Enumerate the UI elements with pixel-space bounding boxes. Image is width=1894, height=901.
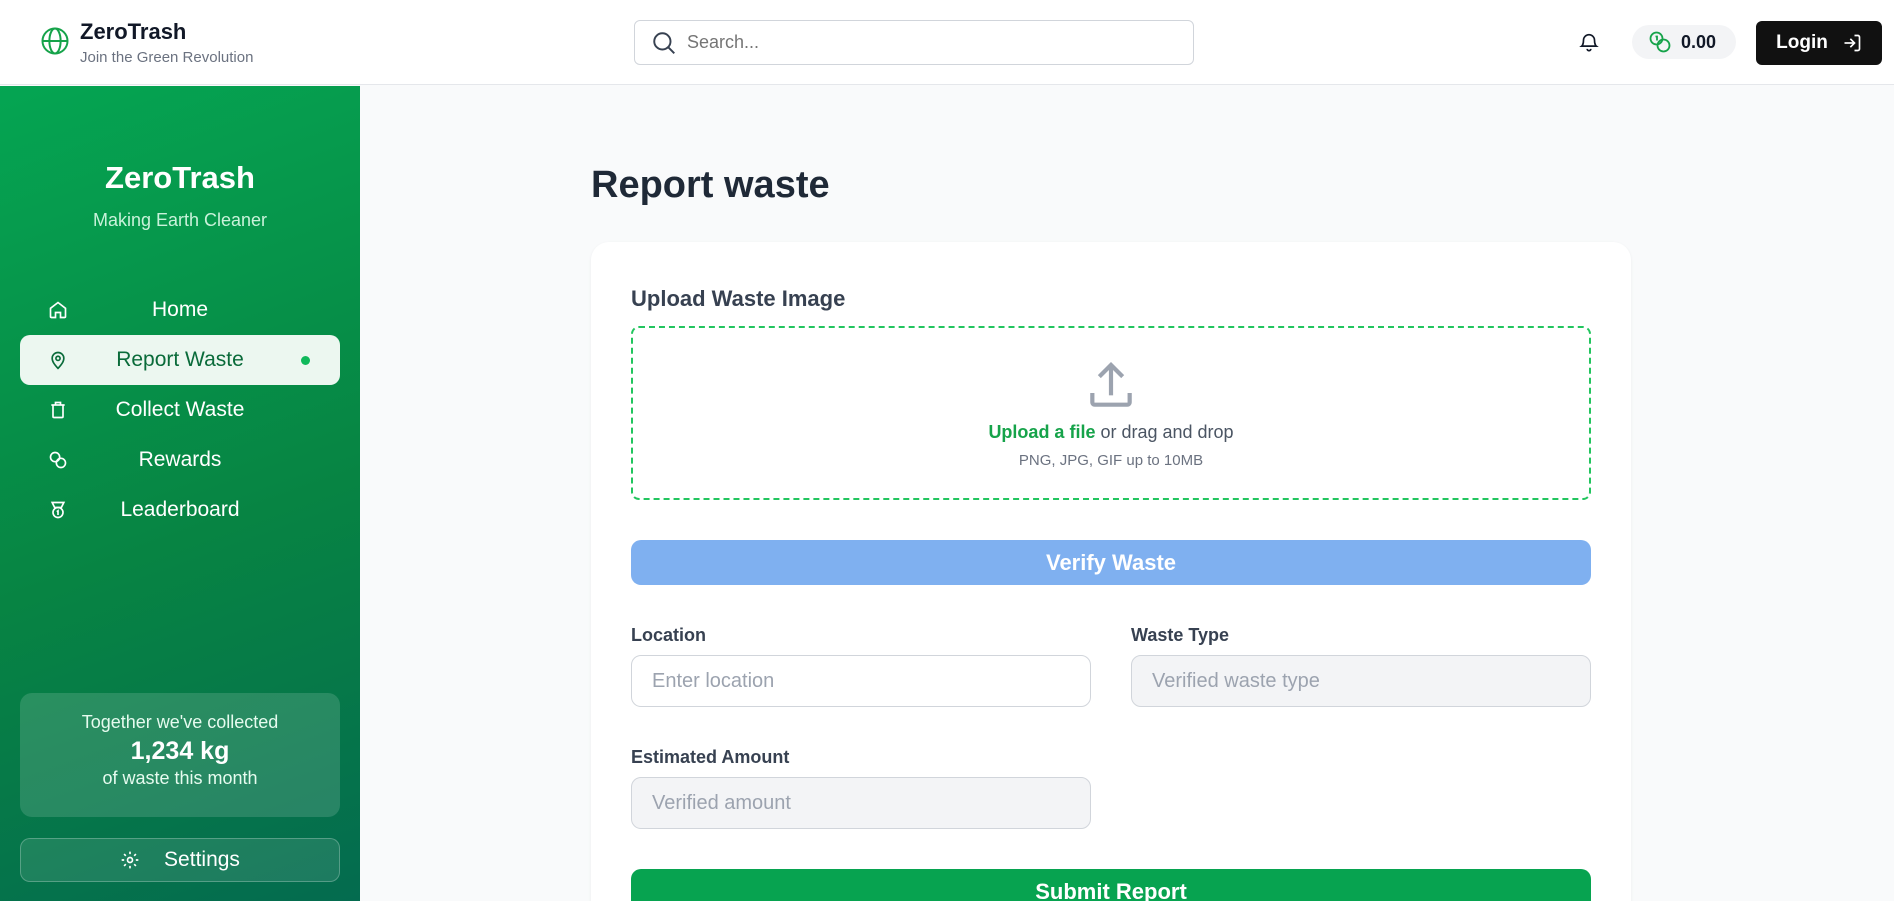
settings-label: Settings (164, 848, 240, 871)
dropzone-text: Upload a file or drag and drop (633, 422, 1589, 443)
sidebar-item-collect-waste[interactable]: Collect Waste (20, 385, 340, 435)
balance-badge[interactable]: 0.00 (1632, 25, 1736, 59)
verify-waste-button[interactable]: Verify Waste (631, 540, 1591, 585)
location-input[interactable]: Enter location (631, 655, 1091, 707)
submit-report-button[interactable]: Submit Report (631, 869, 1591, 901)
bell-icon[interactable] (1578, 31, 1600, 53)
drag-drop-text: or drag and drop (1095, 422, 1234, 442)
search-input[interactable] (687, 32, 1167, 53)
sidebar-title: ZeroTrash (105, 160, 255, 195)
brand-title: ZeroTrash (80, 19, 187, 44)
sidebar-item-label: Leaderboard (120, 498, 240, 521)
amount-label: Estimated Amount (631, 747, 790, 767)
active-indicator-dot (301, 356, 310, 365)
sidebar-item-home[interactable]: Home (20, 285, 340, 335)
sidebar-item-label: Collect Waste (115, 398, 245, 421)
sidebar: ZeroTrash Making Earth Cleaner Home Repo… (0, 86, 360, 901)
top-header: ZeroTrash Join the Green Revolution 0.00… (0, 0, 1894, 85)
page-title: Report waste (591, 164, 830, 206)
waste-type-input[interactable]: Verified waste type (1131, 655, 1591, 707)
sidebar-item-leaderboard[interactable]: Leaderboard (20, 485, 340, 535)
gear-icon (121, 851, 139, 869)
location-label: Location (631, 625, 706, 645)
upload-file-link[interactable]: Upload a file (988, 422, 1095, 442)
login-button[interactable]: Login (1756, 21, 1882, 65)
sidebar-item-label: Home (151, 298, 209, 321)
brand-subtitle: Join the Green Revolution (80, 49, 254, 66)
upload-hint: PNG, JPG, GIF up to 10MB (1018, 452, 1204, 469)
sidebar-subtitle: Making Earth Cleaner (92, 210, 268, 230)
image-dropzone[interactable]: Upload a file or drag and drop PNG, JPG,… (631, 326, 1591, 500)
amount-input[interactable]: Verified amount (631, 777, 1091, 829)
login-label: Login (1776, 32, 1828, 53)
waste-type-label: Waste Type (1131, 625, 1230, 645)
settings-button[interactable]: Settings (20, 838, 340, 882)
stats-line-3: of waste this month (102, 768, 258, 788)
stats-amount: 1,234 kg (130, 737, 230, 765)
collection-stats-card: Together we've collected 1,234 kg of was… (20, 693, 340, 817)
balance-value: 0.00 (1681, 31, 1717, 52)
login-icon (1844, 34, 1861, 52)
upload-label: Upload Waste Image (631, 286, 846, 311)
search-box[interactable] (634, 20, 1194, 65)
report-form-card: Upload Waste Image Upload a file or drag… (591, 242, 1631, 901)
brand[interactable]: ZeroTrash Join the Green Revolution (40, 18, 253, 68)
sidebar-item-report-waste[interactable]: Report Waste (20, 335, 340, 385)
coins-icon (1649, 31, 1671, 53)
search-icon (653, 31, 675, 54)
globe-icon (41, 27, 69, 55)
sidebar-item-label: Rewards (138, 448, 222, 471)
upload-icon (1090, 362, 1132, 407)
stats-line-1: Together we've collected (81, 712, 279, 732)
sidebar-item-rewards[interactable]: Rewards (20, 435, 340, 485)
